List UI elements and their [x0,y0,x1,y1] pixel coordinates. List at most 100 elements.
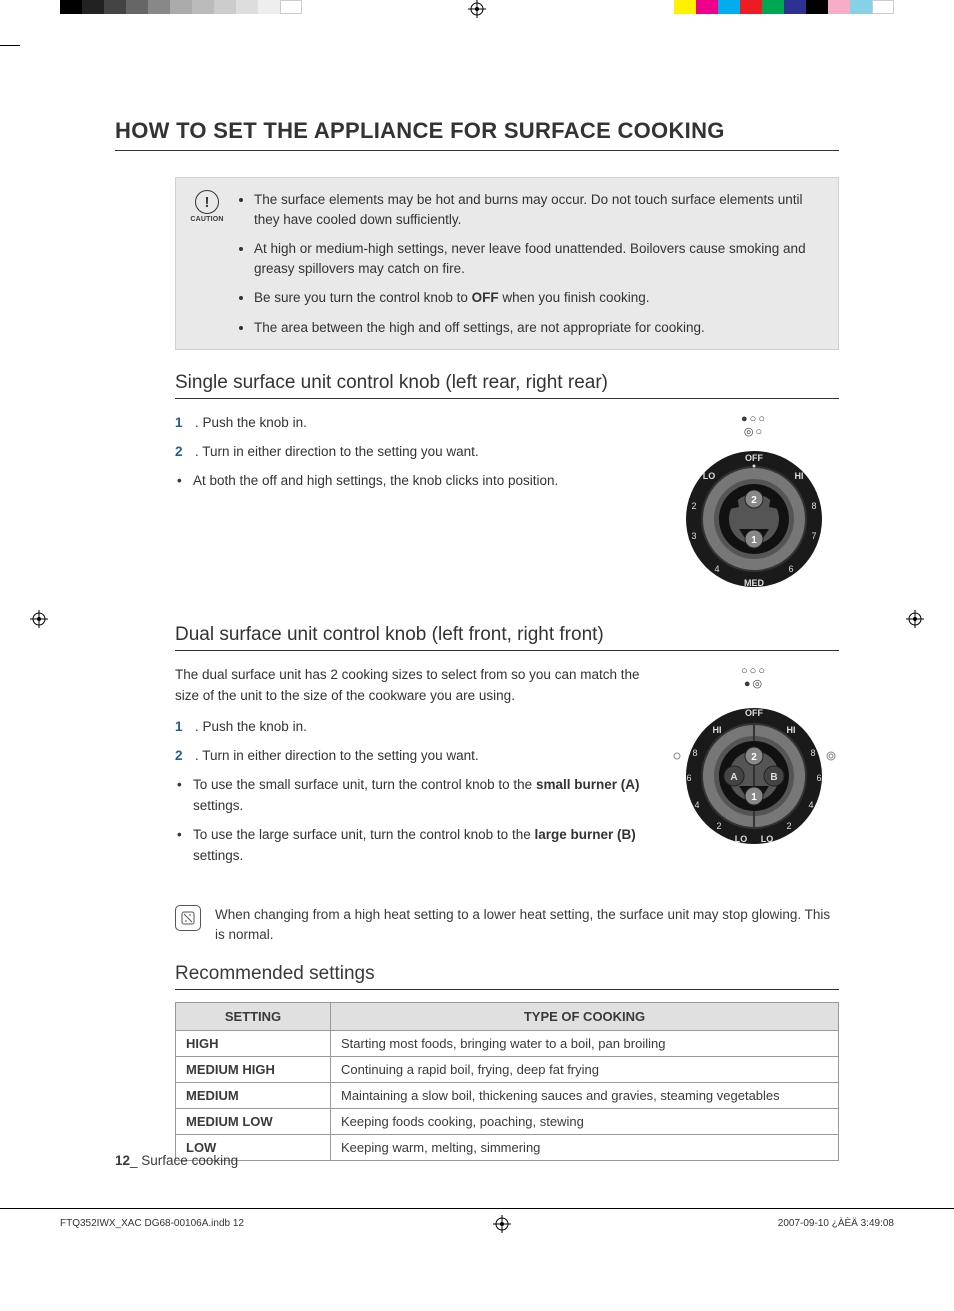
caution-item: The surface elements may be hot and burn… [254,190,820,229]
caution-item: At high or medium-high settings, never l… [254,239,820,278]
table-header-setting: SETTING [176,1003,331,1031]
burner-indicator-icon: ●○○◎○ [669,413,839,438]
svg-text:HI: HI [787,725,796,735]
svg-text:6: 6 [816,773,821,783]
print-file-name: FTQ352IWX_XAC DG68-00106A.indb 12 [60,1218,244,1229]
setting-cell: MEDIUM LOW [176,1109,331,1135]
bullet-text-pre: To use the small surface unit, turn the … [193,777,536,792]
svg-text:1: 1 [751,535,757,546]
svg-text:6: 6 [788,564,793,574]
svg-text:B: B [770,772,777,783]
table-row: MEDIUM HIGHContinuing a rapid boil, fryi… [176,1057,839,1083]
table-row: MEDIUMMaintaining a slow boil, thickenin… [176,1083,839,1109]
single-knob-diagram: 2 1 OFF MED LO HI 2 3 4 6 7 8 [679,444,829,594]
dual-knob-heading: Dual surface unit control knob (left fro… [175,624,839,651]
type-cell: Keeping foods cooking, poaching, stewing [331,1109,839,1135]
svg-text:8: 8 [811,501,816,511]
bullet-large-burner: To use the large surface unit, turn the … [175,825,649,867]
step-1: 1 . Push the knob in. [175,717,649,738]
single-knob-text: 1 . Push the knob in. 2 . Turn in either d… [175,413,649,500]
caution-panel: ! CAUTION The surface elements may be ho… [175,177,839,350]
note-text: When changing from a high heat setting t… [215,905,839,946]
dual-knob-figure: ○○○●◎ 2 1 A B OFF HI HI 8 8 6 6 4 4 [669,665,839,856]
single-knob-section: 1 . Push the knob in. 2 . Turn in either d… [175,413,839,594]
caution-text: At high or medium-high settings, never l… [254,241,806,276]
dual-knob-section: The dual surface unit has 2 cooking size… [175,665,839,874]
setting-cell: MEDIUM [176,1083,331,1109]
svg-text:2: 2 [751,752,757,763]
registration-mark-icon [493,1215,511,1233]
step-text: . Turn in either direction to the settin… [195,444,479,459]
type-cell: Starting most foods, bringing water to a… [331,1031,839,1057]
step-2: 2 . Turn in either direction to the setti… [175,746,649,767]
dual-knob-diagram: 2 1 A B OFF HI HI 8 8 6 6 4 4 2 2 LO LO [669,696,839,856]
grayscale-swatches [60,0,302,14]
print-footer-bar: FTQ352IWX_XAC DG68-00106A.indb 12 2007-0… [0,1208,954,1238]
caution-item: Be sure you turn the control knob to OFF… [254,288,820,308]
bullet-text-bold: large burner (B) [534,827,635,842]
step-2: 2 . Turn in either direction to the setti… [175,442,649,463]
step-text: . Push the knob in. [195,719,307,734]
caution-icon-column: ! CAUTION [190,190,224,337]
svg-text:6: 6 [686,773,691,783]
table-header-type: TYPE OF COOKING [331,1003,839,1031]
type-cell: Maintaining a slow boil, thickening sauc… [331,1083,839,1109]
dual-intro: The dual surface unit has 2 cooking size… [175,665,649,707]
step-1: 1 . Push the knob in. [175,413,649,434]
section-name: _ Surface cooking [130,1153,238,1168]
setting-cell: HIGH [176,1031,331,1057]
page-footer: 12_ Surface cooking [115,1153,238,1168]
svg-text:4: 4 [808,800,813,810]
table-row: HIGHStarting most foods, bringing water … [176,1031,839,1057]
table-row: MEDIUM LOWKeeping foods cooking, poachin… [176,1109,839,1135]
page-number: 12 [115,1153,130,1168]
svg-text:2: 2 [786,821,791,831]
caution-label: CAUTION [190,216,224,223]
dual-knob-text: The dual surface unit has 2 cooking size… [175,665,649,874]
type-cell: Keeping warm, melting, simmering [331,1135,839,1161]
color-swatches [674,0,894,14]
step-number: 1 [175,413,183,434]
bullet-text-post: settings. [193,848,243,863]
registration-mark-icon [468,0,486,18]
page-title: HOW TO SET THE APPLIANCE FOR SURFACE COO… [115,118,839,151]
step-number: 2 [175,746,183,767]
bullet-text-bold: small burner (A) [536,777,640,792]
bullet-small-burner: To use the small surface unit, turn the … [175,775,649,817]
svg-text:MED: MED [744,578,765,588]
caution-item: The area between the high and off settin… [254,318,820,338]
svg-text:8: 8 [810,748,815,758]
svg-text:7: 7 [811,531,816,541]
svg-text:OFF: OFF [745,708,763,718]
step-text: . Push the knob in. [195,415,307,430]
setting-cell: MEDIUM HIGH [176,1057,331,1083]
step-number: 1 [175,717,183,738]
recommended-heading: Recommended settings [175,963,839,990]
caution-text: Be sure you turn the control knob to OFF… [254,290,649,305]
svg-text:4: 4 [714,564,719,574]
svg-text:2: 2 [751,495,757,506]
step-text: . Turn in either direction to the settin… [195,748,479,763]
svg-text:LO: LO [761,834,774,844]
bullet-text: At both the off and high settings, the k… [193,473,558,488]
single-knob-heading: Single surface unit control knob (left r… [175,372,839,399]
svg-text:2: 2 [716,821,721,831]
single-knob-figure: ●○○◎○ 2 1 OFF MED LO HI 2 3 4 6 7 [669,413,839,594]
svg-text:A: A [730,772,737,783]
svg-text:4: 4 [694,800,699,810]
svg-text:3: 3 [691,531,696,541]
caution-icon: ! [195,190,219,214]
svg-text:LO: LO [735,834,748,844]
note-icon [175,905,201,931]
step-number: 2 [175,442,183,463]
note-panel: When changing from a high heat setting t… [175,905,839,946]
bullet-text-post: settings. [193,798,243,813]
print-timestamp: 2007-09-10 ¿ÀÈÄ 3:49:08 [778,1218,894,1229]
recommended-settings-table: SETTING TYPE OF COOKING HIGHStarting mos… [175,1002,839,1161]
svg-text:1: 1 [751,792,757,803]
page-content: HOW TO SET THE APPLIANCE FOR SURFACE COO… [0,18,954,1238]
caution-text: The surface elements may be hot and burn… [254,192,803,227]
table-row: LOWKeeping warm, melting, simmering [176,1135,839,1161]
caution-list: The surface elements may be hot and burn… [236,190,820,337]
caution-text: The area between the high and off settin… [254,320,705,335]
